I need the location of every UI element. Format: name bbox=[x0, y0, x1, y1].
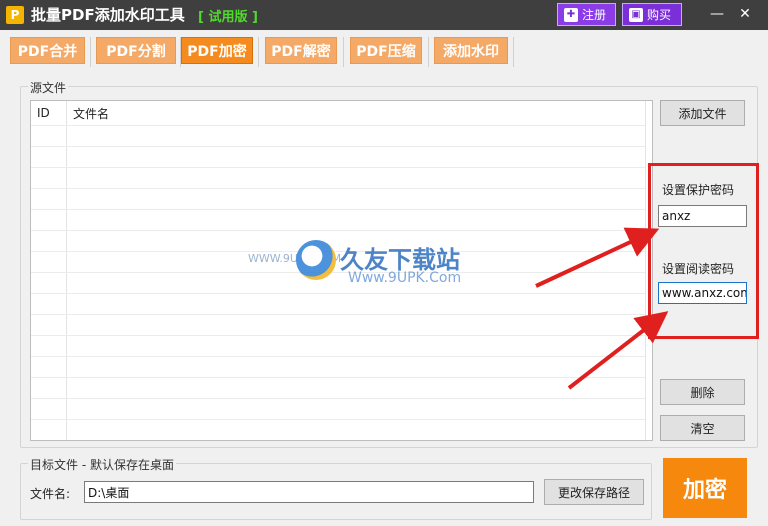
arrow-to-protect-password bbox=[535, 227, 660, 288]
arrow-to-read-password bbox=[567, 311, 669, 390]
target-file-title: 目标文件 - 默认保存在桌面 bbox=[28, 456, 176, 473]
clear-button[interactable]: 清空 bbox=[660, 415, 745, 441]
save-path-input[interactable]: D:\桌面 bbox=[84, 481, 534, 503]
annotation-arrows bbox=[535, 227, 669, 390]
filename-label: 文件名: bbox=[30, 487, 71, 501]
change-save-path-button[interactable]: 更改保存路径 bbox=[544, 479, 644, 505]
encrypt-button[interactable]: 加密 bbox=[663, 458, 747, 518]
delete-button[interactable]: 删除 bbox=[660, 379, 745, 405]
